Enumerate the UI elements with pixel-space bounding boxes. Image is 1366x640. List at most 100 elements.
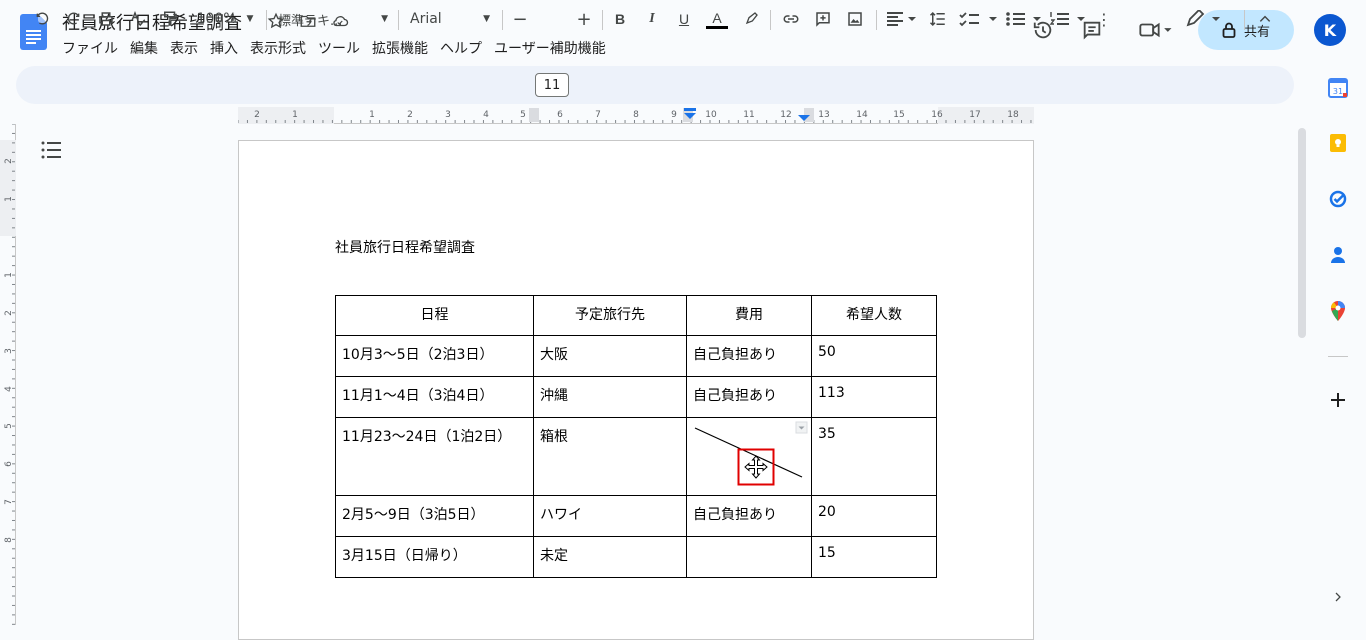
- menu-format[interactable]: 表示形式: [244, 37, 312, 59]
- table-header-cell[interactable]: 日程: [335, 295, 534, 336]
- ruler-label: 17: [969, 110, 980, 120]
- menu-extensions[interactable]: 拡張機能: [366, 37, 434, 59]
- maps-icon[interactable]: [1326, 299, 1350, 323]
- align-icon[interactable]: [884, 7, 918, 31]
- table-row: 11月23〜24日（1泊2日） 箱根 35: [335, 417, 937, 496]
- contacts-icon[interactable]: [1326, 243, 1350, 267]
- checklist-icon[interactable]: [958, 7, 998, 31]
- table-cell[interactable]: 15: [811, 536, 937, 578]
- ruler-label: 9: [671, 110, 677, 120]
- chevron-right-icon[interactable]: [1326, 585, 1350, 609]
- chevron-down-icon: ▼: [381, 14, 388, 24]
- table-cell[interactable]: ハワイ: [533, 495, 687, 537]
- menu-accessibility[interactable]: ユーザー補助機能: [488, 37, 612, 59]
- table-cell[interactable]: 10月3〜5日（2泊3日）: [335, 335, 534, 377]
- table-header-cell[interactable]: 希望人数: [811, 295, 937, 336]
- table-column-marker[interactable]: [529, 108, 539, 122]
- document-heading[interactable]: 社員旅行日程希望調査: [335, 237, 475, 257]
- italic-icon[interactable]: I: [642, 7, 662, 31]
- insert-image-icon[interactable]: [844, 7, 866, 31]
- text-color-icon[interactable]: A: [704, 7, 730, 31]
- table-cell[interactable]: 3月15日（日帰り）: [335, 536, 534, 578]
- meet-icon[interactable]: [1130, 10, 1180, 50]
- ruler-label: 16: [931, 110, 943, 120]
- table-row: 11月1〜4日（3泊4日） 沖縄 自己負担あり 113: [335, 376, 937, 418]
- table-cell[interactable]: 自己負担あり: [686, 495, 812, 537]
- table-header-cell[interactable]: 費用: [686, 295, 812, 336]
- table-cell[interactable]: 35: [811, 417, 937, 496]
- ruler-label: 18: [1007, 110, 1019, 120]
- add-addon-icon[interactable]: [1326, 388, 1350, 412]
- document-outline-icon[interactable]: [40, 140, 62, 160]
- menu-file[interactable]: ファイル: [56, 37, 124, 59]
- table-cell[interactable]: 11月1〜4日（3泊4日）: [335, 376, 534, 418]
- table-cell[interactable]: 11月23〜24日（1泊2日）: [335, 417, 534, 496]
- bold-icon[interactable]: B: [610, 7, 630, 31]
- font-select[interactable]: Arial ▼: [410, 7, 490, 31]
- paint-format-icon[interactable]: [158, 7, 182, 31]
- insert-link-icon[interactable]: [780, 7, 802, 31]
- table-cell[interactable]: 自己負担あり: [686, 335, 812, 377]
- table-cell[interactable]: 大阪: [533, 335, 687, 377]
- ruler-label: 15: [893, 110, 904, 120]
- table-cell[interactable]: 沖縄: [533, 376, 687, 418]
- menu-edit[interactable]: 編集: [124, 37, 164, 59]
- tasks-icon[interactable]: [1326, 187, 1350, 211]
- ruler-label: 2: [4, 158, 14, 164]
- ruler-label: 4: [483, 110, 489, 120]
- menu-help[interactable]: ヘルプ: [434, 37, 488, 59]
- schedule-table[interactable]: 日程 予定旅行先 費用 希望人数 10月3〜5日（2泊3日） 大阪 自己負担あり…: [335, 295, 937, 578]
- ruler-label: 4: [4, 386, 14, 392]
- document-page[interactable]: 社員旅行日程希望調査 日程 予定旅行先 費用 希望人数 10月3〜5日（2泊3日…: [238, 140, 1034, 640]
- first-line-indent-marker[interactable]: [684, 108, 696, 111]
- ruler-label: 1: [4, 272, 14, 278]
- more-options-icon[interactable]: ⋮: [1094, 7, 1114, 31]
- redo-icon[interactable]: [62, 7, 86, 31]
- ruler-label: 13: [818, 110, 829, 120]
- underline-icon[interactable]: U: [674, 7, 694, 31]
- table-cell[interactable]: 箱根: [533, 417, 687, 496]
- toolbar-divider: [502, 10, 503, 30]
- table-cell[interactable]: 未定: [533, 536, 687, 578]
- toolbar-divider: [398, 10, 399, 30]
- inserted-line-drawing[interactable]: [687, 418, 812, 496]
- table-cell[interactable]: 自己負担あり: [686, 376, 812, 418]
- table-row: 2月5〜9日（3泊5日） ハワイ 自己負担あり 20: [335, 495, 937, 537]
- table-cell[interactable]: [686, 536, 812, 578]
- table-cell[interactable]: 113: [811, 376, 937, 418]
- drawing-cell[interactable]: [686, 417, 812, 496]
- print-icon[interactable]: [94, 7, 118, 31]
- table-header-row: 日程 予定旅行先 費用 希望人数: [335, 295, 937, 336]
- font-size-input[interactable]: 11: [535, 73, 569, 97]
- undo-icon[interactable]: [30, 7, 54, 31]
- table-cell[interactable]: 20: [811, 495, 937, 537]
- highlight-color-icon[interactable]: [740, 7, 762, 31]
- decrease-font-size-icon[interactable]: −: [510, 7, 530, 31]
- table-cell[interactable]: 2月5〜9日（3泊5日）: [335, 495, 534, 537]
- menu-insert[interactable]: 挿入: [204, 37, 244, 59]
- table-header-cell[interactable]: 予定旅行先: [533, 295, 687, 336]
- ruler-label: 14: [856, 110, 868, 120]
- menu-tools[interactable]: ツール: [312, 37, 366, 59]
- hide-menus-icon[interactable]: [1254, 7, 1276, 31]
- spellcheck-icon[interactable]: [126, 7, 150, 31]
- scrollbar-thumb[interactable]: [1298, 128, 1306, 338]
- horizontal-ruler[interactable]: 2 1 1 2 3 4 5 6 7 8 9 10 11 12 13 14 15 …: [238, 107, 1034, 124]
- line-spacing-icon[interactable]: [926, 7, 950, 31]
- editing-mode-icon[interactable]: [1184, 7, 1224, 31]
- menu-view[interactable]: 表示: [164, 37, 204, 59]
- ruler-label: 2: [254, 110, 260, 120]
- toolbar-divider: [266, 10, 267, 30]
- bulleted-list-icon[interactable]: [1004, 7, 1044, 31]
- keep-icon[interactable]: [1326, 131, 1350, 155]
- avatar[interactable]: K: [1314, 14, 1346, 46]
- add-comment-icon[interactable]: [812, 7, 834, 31]
- numbered-list-icon[interactable]: [1048, 7, 1088, 31]
- zoom-select[interactable]: 100% ▼: [190, 7, 260, 31]
- increase-font-size-icon[interactable]: +: [574, 7, 594, 31]
- calendar-icon[interactable]: 31: [1326, 76, 1350, 100]
- table-cell[interactable]: 50: [811, 335, 937, 377]
- ruler-label: 1: [369, 110, 375, 120]
- style-select[interactable]: 標準テキ... ▼: [278, 7, 388, 31]
- vertical-ruler[interactable]: 2 1 1 2 3 4 5 6 7 8: [0, 124, 16, 625]
